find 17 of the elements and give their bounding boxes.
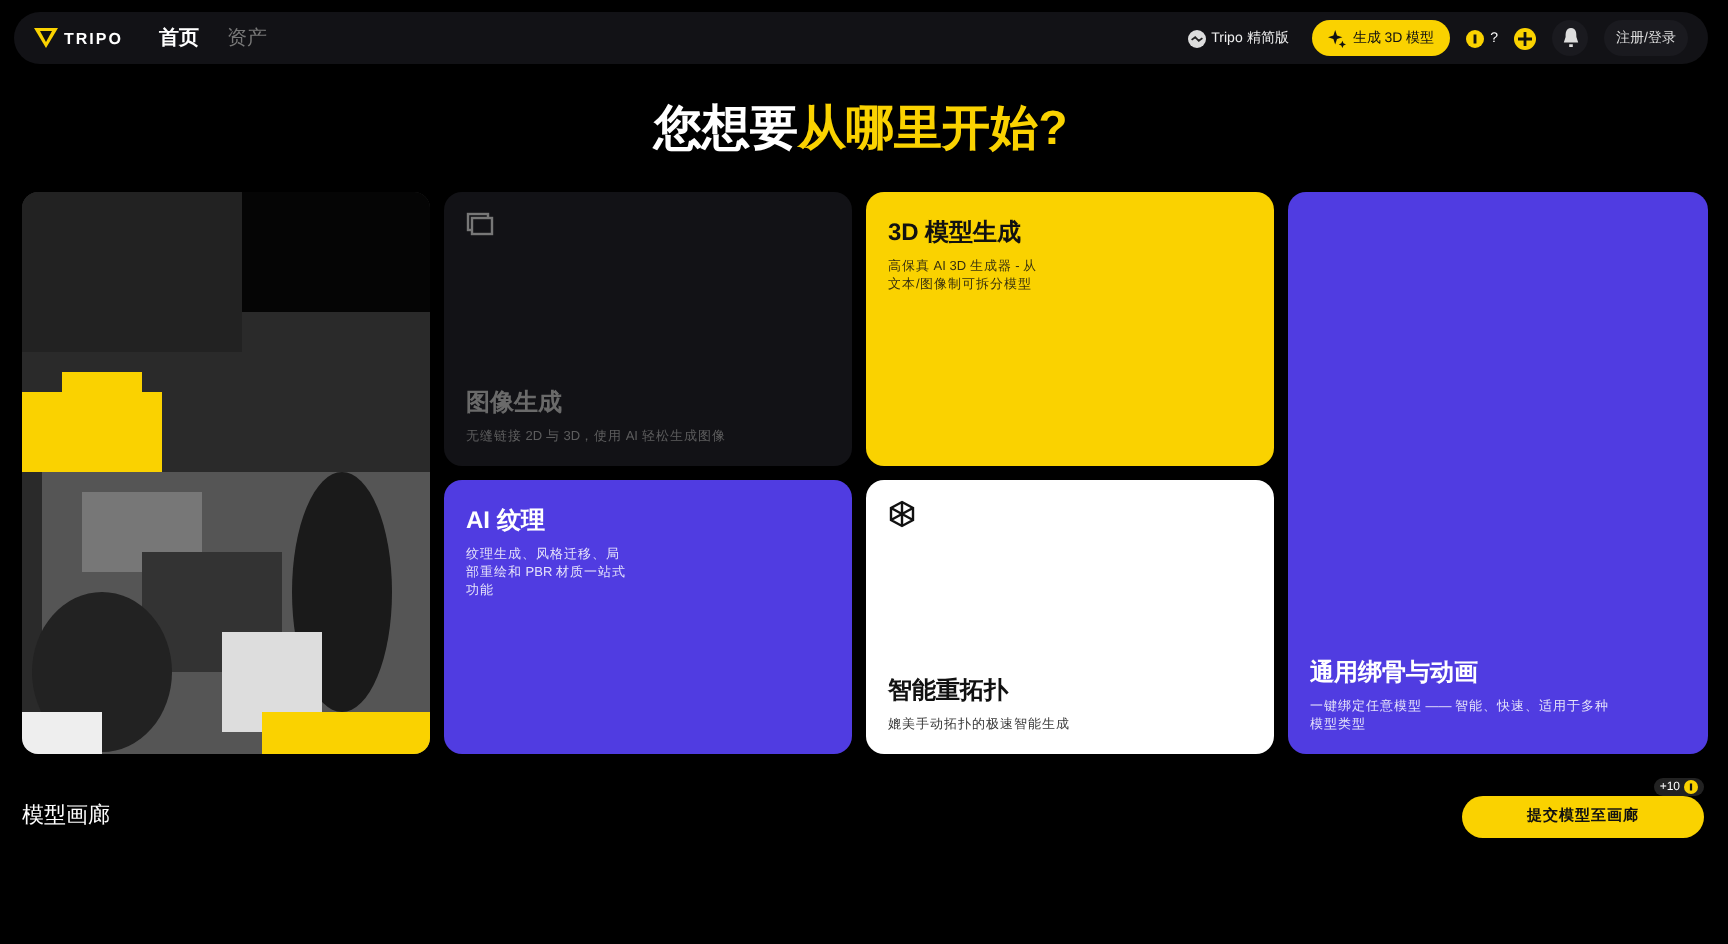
card-title: 智能重拓扑 xyxy=(888,673,1011,708)
images-icon xyxy=(466,212,494,236)
coin-icon xyxy=(1466,29,1485,47)
card-title: 通用绑骨与动画 xyxy=(1310,655,1480,690)
nav-tab[interactable]: 首页 xyxy=(158,24,199,52)
card-title: 3D 模型生成 xyxy=(888,216,1024,250)
card-title: AI 纹理 xyxy=(466,504,547,538)
gallery-title: 模型画廊 xyxy=(22,801,110,831)
card-title: 图像生成 xyxy=(466,385,564,420)
sparkle-icon xyxy=(1328,29,1347,47)
nav-tab[interactable]: 资产 xyxy=(226,24,267,52)
notification-bell-icon[interactable] xyxy=(1552,20,1589,56)
tripo-logo[interactable]: TRIPO xyxy=(34,28,123,48)
wave-icon xyxy=(1187,29,1206,47)
mesh-icon xyxy=(888,500,916,528)
page-headline: 您想要从哪里开始? xyxy=(650,100,1070,160)
add-credits-button[interactable] xyxy=(1514,27,1537,49)
